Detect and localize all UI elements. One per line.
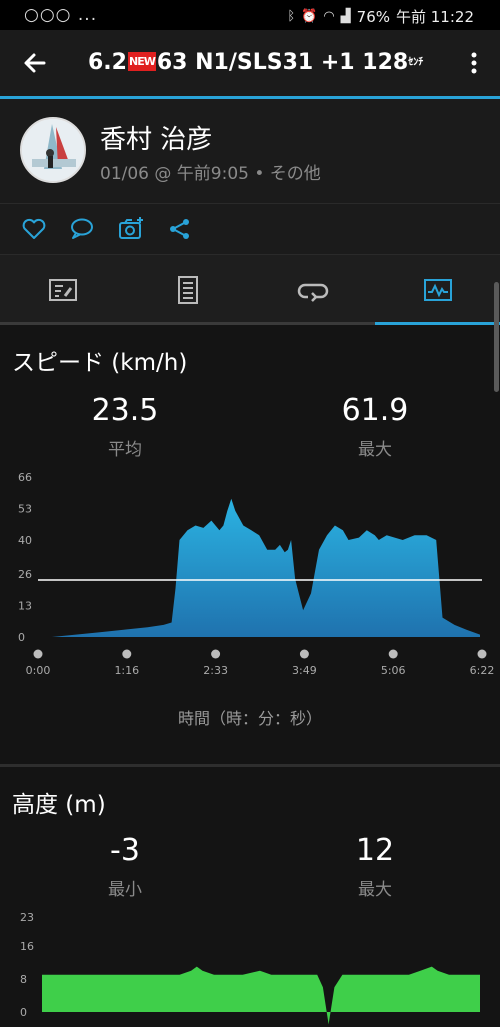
altitude-area-series xyxy=(42,966,480,1025)
speed-area-series xyxy=(52,498,480,637)
status-right: ᛒ ⏰ ◠ ▟ 76% 午前 11:22 xyxy=(287,6,474,27)
speed-y-tick: 66 xyxy=(18,471,32,484)
speed-y-tick: 13 xyxy=(18,599,32,612)
back-arrow-icon[interactable] xyxy=(20,48,50,78)
speed-avg-label: 平均 xyxy=(108,440,142,460)
summary-tab-icon xyxy=(48,279,77,301)
speed-avg-value: 23.5 xyxy=(91,393,159,428)
speed-y-tick: 0 xyxy=(18,631,25,644)
speed-y-tick: 40 xyxy=(18,534,32,547)
speed-section: スピード (km/h) 23.5 平均 61.9 最大 0 13 26 40 53 66 0… xyxy=(0,325,500,765)
altitude-y-tick: 0 xyxy=(20,1006,27,1019)
tab-charts[interactable] xyxy=(375,255,500,325)
heart-icon[interactable] xyxy=(20,215,48,243)
bluetooth-icon: ᛒ xyxy=(287,9,296,24)
altitude-chart: 0 8 16 23 xyxy=(20,911,480,1025)
altitude-y-tick: 16 xyxy=(20,940,34,953)
comment-icon[interactable] xyxy=(68,215,96,243)
share-icon[interactable] xyxy=(166,215,194,243)
status-bar: ○○○ ... ᛒ ⏰ ◠ ▟ 76% 午前 11:22 xyxy=(0,0,500,30)
speed-x-tick-marker[interactable] xyxy=(388,649,398,659)
altitude-max-value: 12 xyxy=(355,833,395,868)
altitude-min-label: 最小 xyxy=(108,880,142,900)
avatar[interactable] xyxy=(20,117,86,183)
speed-x-tick: 2:33 xyxy=(203,664,228,677)
tab-laps[interactable] xyxy=(250,255,375,325)
title-prefix: 6.2 xyxy=(88,50,127,75)
speed-x-tick-marker[interactable] xyxy=(211,649,221,659)
battery-percent: 76% xyxy=(356,7,390,26)
alarm-icon: ⏰ xyxy=(301,9,318,24)
app-bar: 6.2 NEW63 N1/SLS31 +1 128ｾﾝﾁ xyxy=(0,30,500,96)
speed-max-value: 61.9 xyxy=(341,393,409,428)
altitude-max-label: 最大 xyxy=(358,880,392,900)
speed-x-tick: 3:49 xyxy=(292,664,317,677)
wifi-icon: ◠ xyxy=(323,9,335,24)
action-bar xyxy=(0,204,500,255)
altitude-y-tick: 8 xyxy=(20,973,27,986)
new-badge: NEW xyxy=(127,52,156,71)
altitude-title: 高度 (m) xyxy=(12,792,106,818)
tab-bar xyxy=(0,255,500,325)
title-suffix: ｾﾝﾁ xyxy=(408,57,424,68)
clock: 午前 11:22 xyxy=(396,8,474,26)
activity-meta: 01/06 @ 午前9:05 • その他 xyxy=(100,164,321,184)
speed-y-tick: 53 xyxy=(18,503,32,516)
speed-x-tick: 0:00 xyxy=(26,664,51,677)
speed-x-tick-marker[interactable] xyxy=(33,649,43,659)
charts-tab-icon xyxy=(423,279,452,301)
altitude-min-value: -3 xyxy=(110,833,140,868)
notification-icons: ○○○ ... xyxy=(24,5,98,25)
speed-title: スピード (km/h) xyxy=(12,350,188,376)
speed-x-tick: 5:06 xyxy=(381,664,406,677)
speed-max-label: 最大 xyxy=(358,440,392,460)
altitude-y-tick: 23 xyxy=(20,911,34,924)
activity-title: 6.2 NEW63 N1/SLS31 +1 128ｾﾝﾁ xyxy=(88,50,424,75)
tab-summary[interactable] xyxy=(0,255,125,325)
speed-chart: 0 13 26 40 53 66 0:00 1:16 2:33 3:49 5:06 6:22 xyxy=(18,471,495,677)
speed-x-tick-marker[interactable] xyxy=(122,649,132,659)
user-name[interactable]: 香村 治彦 xyxy=(100,119,212,156)
scrollbar[interactable] xyxy=(494,282,499,392)
details-tab-icon xyxy=(177,276,198,304)
tab-details[interactable] xyxy=(125,255,250,325)
speed-x-tick: 1:16 xyxy=(114,664,139,677)
speed-x-tick-marker[interactable] xyxy=(477,649,487,659)
camera-add-icon[interactable] xyxy=(117,215,145,243)
speed-y-tick: 26 xyxy=(18,568,32,581)
title-rest: 63 N1/SLS31 +1 128 xyxy=(156,50,409,75)
altitude-section: 高度 (m) -3 最小 12 最大 0 8 16 23 xyxy=(0,767,500,1027)
speed-x-tick: 6:22 xyxy=(470,664,495,677)
more-options-icon[interactable] xyxy=(464,48,484,78)
signal-icon: ▟ xyxy=(340,9,351,24)
profile-header: 香村 治彦 01/06 @ 午前9:05 • その他 xyxy=(0,99,500,204)
laps-tab-icon xyxy=(297,283,328,302)
speed-x-axis-title: 時間（時：分：秒） xyxy=(177,709,322,728)
speed-x-tick-marker[interactable] xyxy=(299,649,309,659)
